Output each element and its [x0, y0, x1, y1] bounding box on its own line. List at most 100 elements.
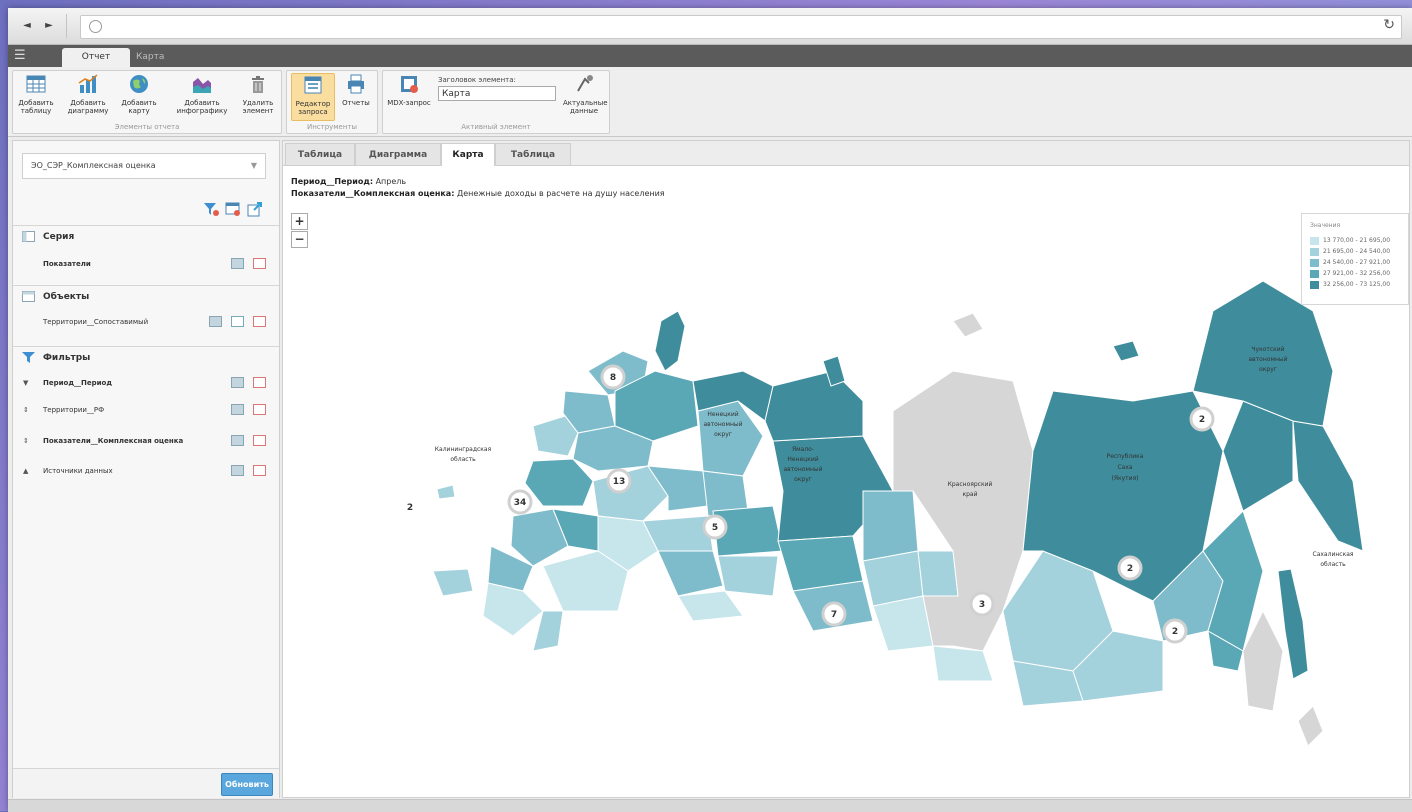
bar-chart-icon [78, 74, 98, 93]
region-tuva[interactable] [932, 645, 994, 682]
query-editor-button[interactable]: Редактор запроса [291, 73, 335, 121]
remove-icon[interactable] [253, 258, 266, 269]
back-button[interactable]: ◄ [18, 17, 36, 35]
series-section-header[interactable]: Серия [13, 225, 279, 248]
grid-icon[interactable] [231, 258, 244, 269]
filter-item[interactable]: ⇕ Территории__РФ [13, 399, 279, 421]
group-active-element-label: Активный элемент [461, 123, 531, 131]
grid-icon[interactable] [231, 377, 244, 388]
zoom-in-button[interactable]: + [291, 213, 308, 230]
russia-map[interactable]: Калининградская область Ненецкий автономны… [393, 251, 1393, 751]
tab-map-view[interactable]: Карта [441, 143, 495, 166]
svg-text:13: 13 [613, 477, 626, 487]
series-item[interactable]: Показатели [13, 253, 279, 275]
tab-chart[interactable]: Диаграмма [355, 143, 441, 165]
region-kaliningrad[interactable] [436, 484, 456, 500]
region-kemerovo[interactable] [917, 550, 959, 597]
grid-icon[interactable] [209, 316, 222, 327]
cluster-marker[interactable]: 2 [401, 498, 419, 516]
update-button[interactable]: Обновить [221, 773, 273, 796]
region-kuriles[interactable] [1297, 705, 1324, 747]
region-kamchatka[interactable] [1292, 420, 1364, 552]
tab-table-2[interactable]: Таблица [495, 143, 571, 165]
forward-button[interactable]: ► [40, 17, 58, 35]
region-caucasus[interactable] [482, 582, 544, 637]
add-infographic-button[interactable]: Добавить инфографику [173, 73, 231, 119]
sort-icon[interactable] [231, 316, 244, 327]
region-orenburg[interactable] [677, 590, 744, 622]
label-sakhalin: Сахалинская область [1313, 551, 1354, 568]
legend-swatch [1310, 270, 1319, 278]
region-moscow[interactable] [524, 458, 594, 507]
region-yamal[interactable] [764, 370, 864, 442]
filters-title: Фильтры [43, 353, 91, 363]
filter-item[interactable]: ▲ Источники данных [13, 460, 279, 482]
remove-icon[interactable] [253, 316, 266, 327]
cluster-marker[interactable]: 34 [507, 489, 533, 515]
remove-icon[interactable] [253, 435, 266, 446]
group-report-elements-label: Элементы отчета [114, 123, 180, 131]
cluster-marker[interactable]: 8 [600, 364, 626, 390]
region-crimea[interactable] [432, 568, 474, 597]
region-magadan[interactable] [1222, 400, 1294, 512]
add-chart-button[interactable]: Добавить диаграмму [65, 73, 111, 119]
app-tab-strip: ☰ Отчет Карта [8, 45, 1412, 67]
legend-item: 21 695,00 - 24 540,00 [1310, 247, 1410, 257]
grid-icon[interactable] [231, 435, 244, 446]
region-dagestan[interactable] [532, 610, 564, 652]
objects-item-label: Территории__Сопоставимый [43, 318, 149, 326]
reload-icon[interactable]: ↻ [1383, 17, 1395, 33]
cluster-marker[interactable]: 7 [821, 601, 847, 627]
filters-section-header[interactable]: Фильтры [13, 346, 279, 369]
region-novaya-zemlya[interactable] [654, 310, 686, 372]
cluster-marker[interactable]: 3 [969, 591, 995, 617]
cluster-marker[interactable]: 13 [606, 468, 632, 494]
cluster-marker[interactable]: 5 [702, 514, 728, 540]
table-settings-icon[interactable] [225, 201, 241, 217]
add-map-button[interactable]: Добавить карту [119, 73, 159, 119]
reorder-arrows-icon[interactable]: ⇕ [23, 430, 29, 452]
grid-icon[interactable] [231, 465, 244, 476]
tab-report[interactable]: Отчет [62, 48, 130, 67]
remove-icon[interactable] [253, 404, 266, 415]
objects-item[interactable]: Территории__Сопоставимый [13, 311, 279, 333]
region-tomsk[interactable] [862, 490, 919, 562]
series-icon [22, 231, 35, 242]
region-sakhalin[interactable] [1277, 568, 1309, 680]
table-icon [26, 75, 46, 93]
actual-data-button[interactable]: Актуальные данные [563, 73, 608, 119]
address-bar[interactable]: ↻ [80, 15, 1402, 39]
region-new-siberia[interactable] [1112, 340, 1140, 362]
remove-icon[interactable] [253, 465, 266, 476]
group-report-elements: Добавить таблицу Добавить диаграмму Доба… [12, 70, 282, 134]
collapse-arrow-icon[interactable]: ▼ [23, 372, 28, 394]
filter-item[interactable]: ⇕ Показатели__Комплексная оценка [13, 430, 279, 452]
expand-arrow-icon[interactable]: ▲ [23, 460, 28, 482]
remove-icon[interactable] [253, 377, 266, 388]
tab-table[interactable]: Таблица [285, 143, 355, 165]
grid-icon[interactable] [231, 404, 244, 415]
export-icon[interactable] [247, 201, 263, 217]
cluster-marker[interactable]: 2 [1189, 406, 1215, 432]
region-taimyr-island[interactable] [952, 312, 984, 338]
delete-element-button[interactable]: Удалить элемент [239, 73, 277, 119]
tab-map[interactable]: Карта [124, 48, 176, 67]
filter-item[interactable]: ▼ Период__Период [13, 372, 279, 394]
element-title-input[interactable]: Карта [438, 86, 556, 101]
add-table-button[interactable]: Добавить таблицу [15, 73, 57, 119]
reorder-arrows-icon[interactable]: ⇕ [23, 399, 29, 421]
zoom-out-button[interactable]: − [291, 231, 308, 248]
browser-toolbar: ◄ ► ↻ [8, 8, 1412, 45]
reports-button[interactable]: Отчеты [339, 73, 373, 119]
data-source-select[interactable]: ЭО_СЭР_Комплексная оценка ▼ [22, 153, 266, 179]
printer-icon [348, 74, 364, 94]
cluster-marker[interactable]: 2 [1162, 618, 1188, 644]
filter-add-icon[interactable] [203, 201, 219, 217]
menu-icon[interactable]: ☰ [14, 48, 30, 64]
region-chelyabinsk[interactable] [717, 555, 779, 597]
cluster-marker[interactable]: 2 [1117, 555, 1143, 581]
mdx-query-button[interactable]: MDX-запрос [387, 73, 431, 119]
region-bashkortostan[interactable] [657, 550, 724, 597]
objects-section-header[interactable]: Объекты [13, 285, 279, 308]
region-altai[interactable] [872, 595, 934, 652]
